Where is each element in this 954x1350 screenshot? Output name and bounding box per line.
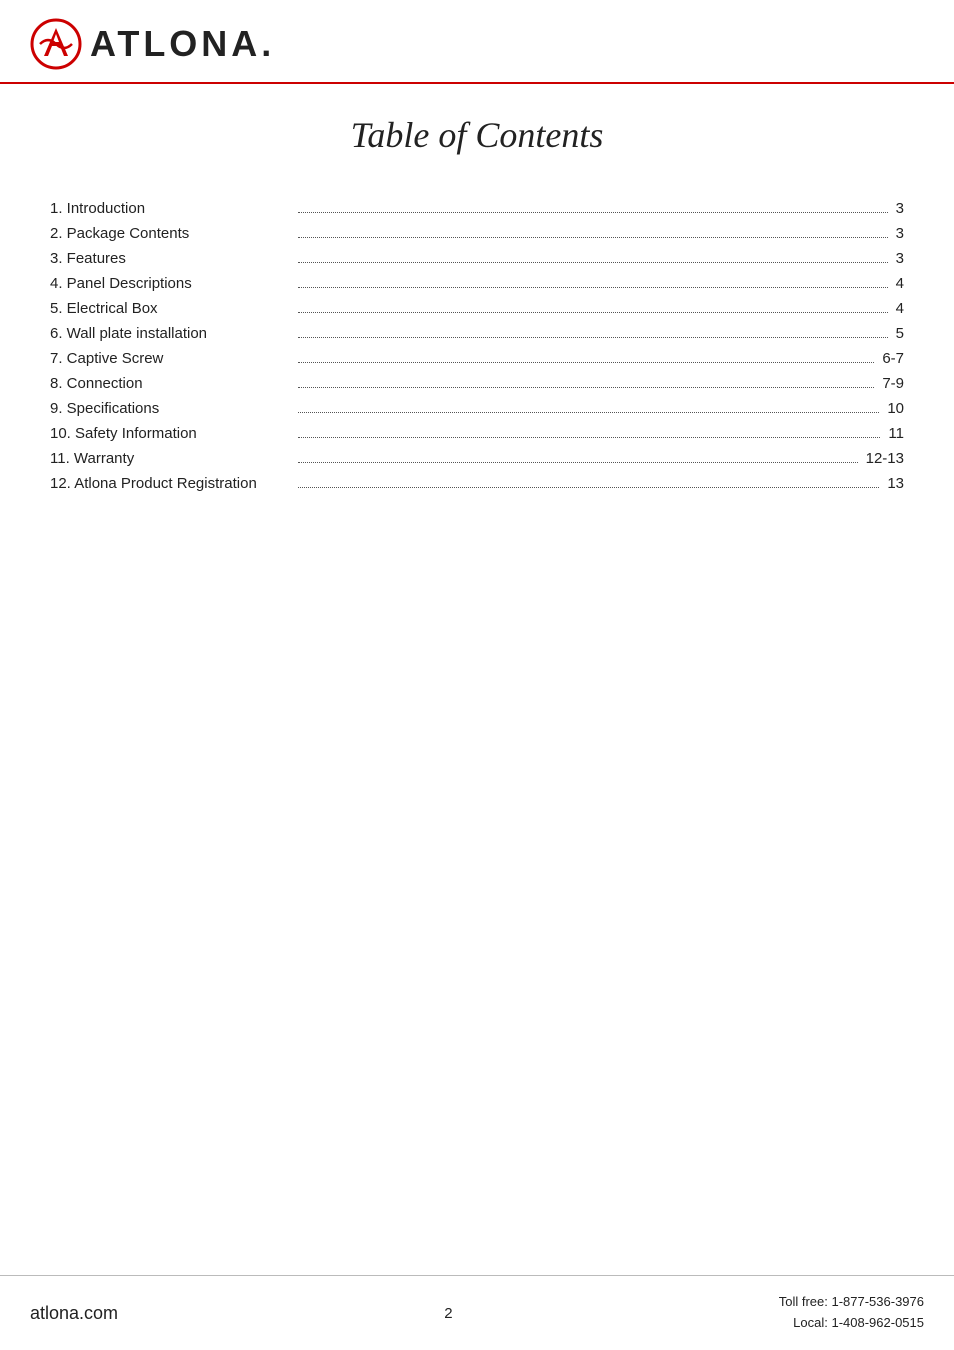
toc-page: 6-7 [882, 350, 904, 367]
toc-container: 1. Introduction32. Package Contents33. F… [50, 196, 904, 496]
page-title: Table of Contents [50, 114, 904, 156]
toc-dots [298, 262, 888, 263]
logo-container: ATLONA. [30, 18, 275, 70]
footer-local: Local: 1-408-962-0515 [779, 1313, 924, 1334]
toc-row: 2. Package Contents 3 [50, 221, 904, 246]
toc-page: 11 [888, 425, 904, 442]
toc-label: 5. Electrical Box [50, 300, 290, 317]
toc-row: 3. Features 3 [50, 246, 904, 271]
toc-dots [298, 312, 888, 313]
toc-label: 9. Specifications [50, 400, 290, 417]
footer: atlona.com 2 Toll free: 1-877-536-3976 L… [0, 1275, 954, 1350]
main-content: Table of Contents 1. Introduction32. Pac… [0, 84, 954, 1275]
local-number: 1-408-962-0515 [831, 1315, 924, 1330]
toll-free-label: Toll free: [779, 1294, 832, 1309]
toc-row: 4. Panel Descriptions 4 [50, 271, 904, 296]
toc-label: 10. Safety Information [50, 425, 290, 442]
toc-page: 3 [896, 225, 904, 242]
atlona-logo-icon [30, 18, 82, 70]
toc-dots [298, 287, 888, 288]
toc-page: 12-13 [866, 450, 904, 467]
toc-row: 8. Connection 7-9 [50, 371, 904, 396]
toc-dots [298, 412, 879, 413]
toc-row: 12. Atlona Product Registration 13 [50, 471, 904, 496]
toc-dots [298, 462, 858, 463]
toc-page: 7-9 [882, 375, 904, 392]
toc-page: 10 [887, 400, 904, 417]
footer-contact: Toll free: 1-877-536-3976 Local: 1-408-9… [779, 1292, 924, 1334]
toc-row: 1. Introduction 3 [50, 196, 904, 221]
toc-dots [298, 362, 874, 363]
toc-label: 7. Captive Screw [50, 350, 290, 367]
toc-row: 5. Electrical Box 4 [50, 296, 904, 321]
toc-label: 12. Atlona Product Registration [50, 475, 290, 492]
footer-toll-free: Toll free: 1-877-536-3976 [779, 1292, 924, 1313]
toc-label: 4. Panel Descriptions [50, 275, 290, 292]
toc-row: 7. Captive Screw 6-7 [50, 346, 904, 371]
header: ATLONA. [0, 0, 954, 84]
toc-row: 11. Warranty 12-13 [50, 446, 904, 471]
footer-page-number: 2 [444, 1305, 452, 1322]
toc-dots [298, 437, 880, 438]
toc-page: 3 [896, 250, 904, 267]
toc-row: 6. Wall plate installation 5 [50, 321, 904, 346]
toc-page: 3 [896, 200, 904, 217]
toc-page: 13 [887, 475, 904, 492]
toc-dots [298, 237, 888, 238]
toc-dots [298, 387, 874, 388]
toc-label: 6. Wall plate installation [50, 325, 290, 342]
toc-dots [298, 337, 888, 338]
local-label: Local: [793, 1315, 831, 1330]
toc-label: 1. Introduction [50, 200, 290, 217]
toc-label: 11. Warranty [50, 450, 290, 467]
toc-label: 3. Features [50, 250, 290, 267]
footer-website: atlona.com [30, 1303, 118, 1324]
toc-page: 5 [896, 325, 904, 342]
logo-text: ATLONA. [90, 23, 275, 65]
toc-dots [298, 487, 879, 488]
toc-row: 9. Specifications 10 [50, 396, 904, 421]
toll-free-number: 1-877-536-3976 [831, 1294, 924, 1309]
toc-label: 8. Connection [50, 375, 290, 392]
toc-label: 2. Package Contents [50, 225, 290, 242]
toc-page: 4 [896, 275, 904, 292]
toc-dots [298, 212, 888, 213]
toc-page: 4 [896, 300, 904, 317]
toc-row: 10. Safety Information 11 [50, 421, 904, 446]
